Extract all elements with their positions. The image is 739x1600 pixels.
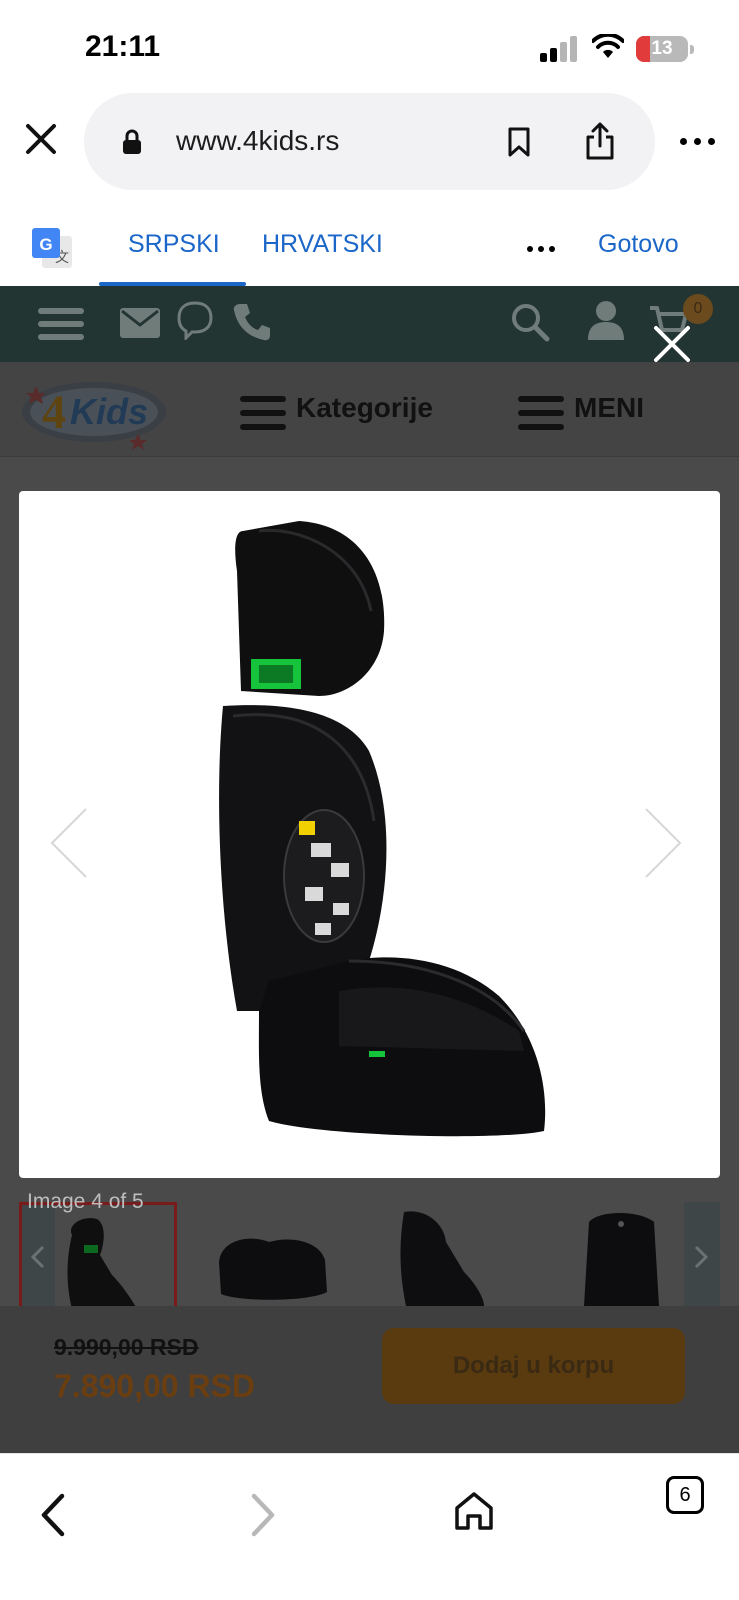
more-options-icon[interactable] [680,138,716,148]
address-bar[interactable]: www.4kids.rs [84,93,655,190]
close-tab-icon[interactable] [24,122,58,156]
next-image-arrow[interactable] [636,801,688,881]
svg-text:4: 4 [42,386,66,439]
url-text[interactable]: www.4kids.rs [176,125,339,157]
status-time: 21:11 [85,30,161,63]
battery-icon: 13 [636,36,694,62]
chevron-right-icon [694,1245,709,1269]
cart-count-badge: 0 [683,294,713,324]
thumbnails-next-button[interactable] [684,1202,720,1312]
bookmark-icon[interactable] [506,126,532,158]
site-header: 0 [0,286,739,362]
browser-bottom-toolbar: 6 [0,1453,739,1600]
thumbnail-front[interactable] [559,1202,689,1312]
back-arrow-icon[interactable] [38,1492,68,1538]
tabs-button[interactable]: 6 [666,1476,704,1514]
translate-more-icon[interactable] [527,246,555,252]
product-image[interactable] [19,491,720,1178]
image-counter-caption: Image 4 of 5 [27,1190,144,1213]
translate-lang-hrvatski[interactable]: HRVATSKI [262,230,383,259]
car-seat-image [219,521,546,1137]
old-price: 9.990,00 RSD [54,1334,199,1360]
thumbnail-4[interactable] [19,1202,177,1312]
mail-icon[interactable] [120,308,160,338]
previous-image-arrow[interactable] [40,801,92,881]
categories-label: Kategorije [296,392,433,423]
search-icon[interactable] [510,302,550,342]
viber-icon[interactable] [176,300,214,340]
translate-bar: 文 G SRPSKI HRVATSKI Gotovo [0,200,739,286]
categories-hamburger-icon [240,394,286,430]
price-bar: 9.990,00 RSD 7.890,00 RSD Dodaj u korpu [0,1306,739,1453]
thumbnail-side[interactable] [384,1202,514,1312]
site-logo[interactable]: 4 Kids [18,370,170,450]
site-menu-bar: 4 Kids Kategorije MENI [0,362,739,457]
translate-done-button[interactable]: Gotovo [598,230,679,259]
menu-hamburger-icon [518,394,564,430]
web-page: 0 4 Kids Kategorije MENI Image 4 of 5 9.… [0,286,739,1453]
add-to-cart-button[interactable]: Dodaj u korpu [382,1328,685,1404]
phone-icon[interactable] [232,302,272,342]
user-icon[interactable] [588,300,624,340]
home-icon[interactable] [454,1490,494,1532]
translate-lang-srpski[interactable]: SRPSKI [128,230,220,259]
svg-text:Kids: Kids [70,391,148,432]
hamburger-icon[interactable] [38,304,84,344]
share-icon[interactable] [584,121,616,161]
lightbox-close-icon[interactable] [652,324,692,364]
forward-arrow-icon [251,1493,275,1537]
battery-level: 13 [651,38,673,59]
thumbnail-booster[interactable] [209,1202,339,1312]
wifi-icon [592,34,624,58]
thumbnail-strip [19,1202,720,1312]
lock-icon [123,129,141,154]
browser-url-row: www.4kids.rs [0,90,739,200]
svg-text:G: G [39,235,52,254]
menu-label: MENI [574,392,644,423]
cellular-signal-icon [540,36,580,62]
google-translate-icon: 文 G [32,228,72,268]
current-price: 7.890,00 RSD [54,1368,256,1404]
status-bar: 21:11 13 [0,0,739,90]
